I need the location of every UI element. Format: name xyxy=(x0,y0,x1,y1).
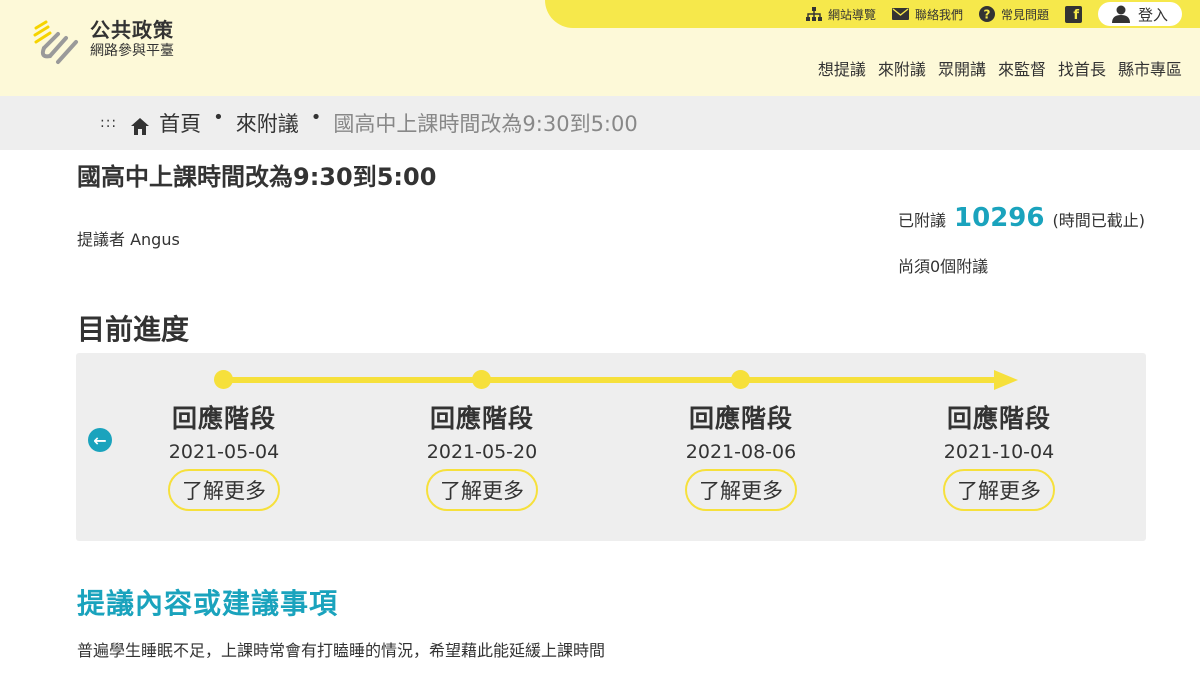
signed-label: 已附議 xyxy=(898,211,947,230)
stage-name: 回應階段 xyxy=(429,404,534,433)
learn-more-button[interactable]: 了解更多 xyxy=(168,469,280,511)
endorsement-info: 已附議 10296 (時間已截止) 尚須0個附議 xyxy=(898,203,1145,277)
learn-more-button[interactable]: 了解更多 xyxy=(426,469,538,511)
nav-item-endorse[interactable]: 來附議 xyxy=(878,56,926,80)
sitemap-link[interactable]: 網站導覽 xyxy=(805,6,876,23)
stage-name: 回應階段 xyxy=(171,404,276,433)
previous-arrow-icon[interactable]: ← xyxy=(88,428,112,452)
login-label: 登入 xyxy=(1137,5,1168,24)
nav-item-propose[interactable]: 想提議 xyxy=(818,56,866,80)
nav-item-officials[interactable]: 找首長 xyxy=(1058,56,1106,80)
breadcrumb-section[interactable]: 來附議 xyxy=(236,108,299,138)
signed-count: 10296 xyxy=(954,203,1045,233)
progress-stage: 回應階段 2021-05-20 了解更多 xyxy=(382,399,582,511)
timeline-arrow-icon xyxy=(994,370,1018,390)
timeline-dot xyxy=(731,370,750,389)
contact-link[interactable]: 聯絡我們 xyxy=(891,6,963,23)
sitemap-icon xyxy=(805,7,822,21)
stage-name: 回應階段 xyxy=(688,404,793,433)
breadcrumb-dots: ::: xyxy=(100,115,118,131)
stage-name: 回應階段 xyxy=(946,404,1051,433)
faq-label: 常見問題 xyxy=(1000,7,1049,22)
content-heading: 提議內容或建議事項 xyxy=(77,587,339,620)
progress-timeline: ← 回應階段 2021-05-04 了解更多 回應階段 2021-05-20 了… xyxy=(76,353,1146,541)
progress-stage: 回應階段 2021-10-04 了解更多 xyxy=(899,399,1099,511)
svg-text:?: ? xyxy=(983,8,990,22)
stage-date: 2021-10-04 xyxy=(943,441,1055,463)
nav-item-counties[interactable]: 縣市專區 xyxy=(1118,56,1182,80)
timeline-dot xyxy=(214,370,233,389)
question-circle-icon: ? xyxy=(978,6,995,22)
home-icon xyxy=(131,117,150,135)
breadcrumb-separator: • xyxy=(213,106,224,128)
signed-status: (時間已截止) xyxy=(1052,211,1145,230)
breadcrumb-separator: • xyxy=(310,106,322,128)
faq-link[interactable]: ? 常見問題 xyxy=(978,6,1049,23)
learn-more-button[interactable]: 了解更多 xyxy=(685,469,797,511)
stage-date: 2021-05-04 xyxy=(168,441,280,463)
page-title: 國高中上課時間改為9:30到5:00 xyxy=(77,163,437,191)
nav-item-discuss[interactable]: 眾開講 xyxy=(938,56,986,80)
learn-more-button[interactable]: 了解更多 xyxy=(943,469,1055,511)
contact-label: 聯絡我們 xyxy=(914,7,963,22)
timeline-line xyxy=(224,377,1004,383)
facebook-icon[interactable]: f xyxy=(1064,5,1082,23)
progress-stage: 回應階段 2021-08-06 了解更多 xyxy=(641,399,841,511)
main-nav: 想提議 來附議 眾開講 來監督 找首長 縣市專區 xyxy=(818,56,1182,80)
sitemap-label: 網站導覽 xyxy=(827,7,876,22)
progress-heading: 目前進度 xyxy=(77,313,190,346)
nav-item-monitor[interactable]: 來監督 xyxy=(998,56,1046,80)
breadcrumb-home[interactable]: 首頁 xyxy=(159,108,201,138)
proposer: 提議者 Angus xyxy=(77,230,180,249)
needed-count: 尚須0個附議 xyxy=(898,257,989,276)
logo-title: 公共政策 xyxy=(90,18,174,42)
breadcrumb-current: 國高中上課時間改為9:30到5:00 xyxy=(333,112,638,136)
content-text: 普遍學生睡眠不足，上課時常會有打瞌睡的情況，希望藉此能延緩上課時間 xyxy=(77,641,606,660)
stage-date: 2021-08-06 xyxy=(685,441,797,463)
breadcrumb: ::: 首頁 • 來附議 • 國高中上課時間改為9:30到5:00 xyxy=(0,96,1200,150)
mail-icon xyxy=(891,8,909,20)
site-logo[interactable]: 公共政策 網路參與平臺 xyxy=(32,18,174,66)
logo-subtitle: 網路參與平臺 xyxy=(90,43,174,59)
timeline-dot xyxy=(472,370,491,389)
utility-links: 網站導覽 聯絡我們 ? 常見問題 f 登入 xyxy=(805,0,1182,28)
logo-mark-icon xyxy=(33,20,78,64)
site-header: 公共政策 網路參與平臺 網站導覽 聯絡我們 ? 常見問題 f 登入 想提議 來附… xyxy=(0,0,1200,96)
user-icon xyxy=(1111,5,1130,23)
progress-stage: 回應階段 2021-05-04 了解更多 xyxy=(124,399,324,511)
utility-bar: 網站導覽 聯絡我們 ? 常見問題 f 登入 xyxy=(545,0,1200,28)
stage-date: 2021-05-20 xyxy=(426,441,538,463)
login-button[interactable]: 登入 xyxy=(1097,2,1182,26)
